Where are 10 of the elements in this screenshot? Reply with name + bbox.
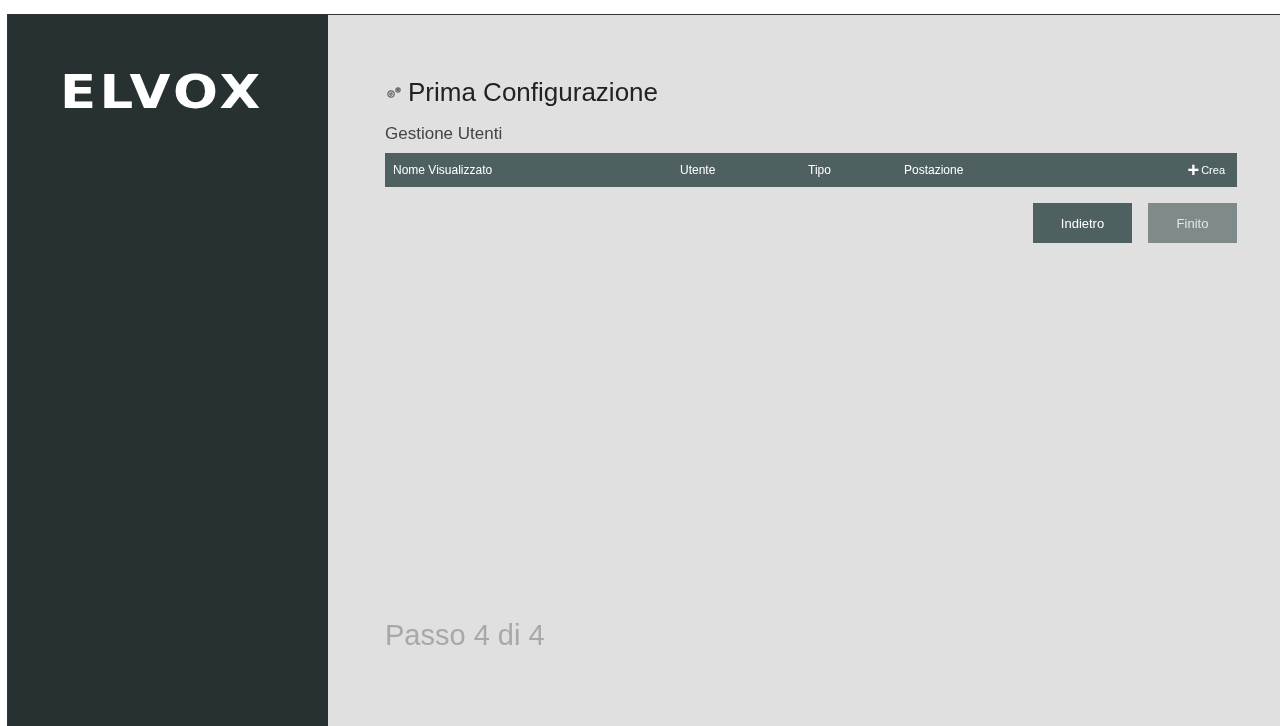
gears-icon xyxy=(385,85,402,100)
action-button[interactable]: Indietro xyxy=(1033,203,1132,243)
column-header: Tipo xyxy=(808,163,832,177)
page-title: Prima Configurazione xyxy=(408,77,658,108)
column-header: Utente xyxy=(680,163,717,177)
column-header: Nome Visualizzato xyxy=(393,163,494,177)
section-title: Gestione Utenti xyxy=(385,124,504,144)
logo: ELVOX xyxy=(60,67,264,117)
column-header: Postazione xyxy=(904,163,965,177)
step-indicator: Passo 4 di 4 xyxy=(385,619,546,652)
